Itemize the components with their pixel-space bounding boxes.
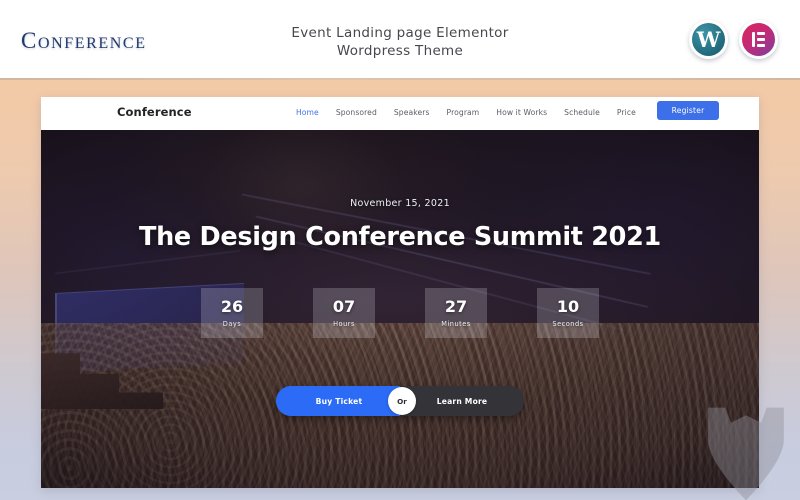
hero-section: November 15, 2021 The Design Conference … xyxy=(41,130,759,488)
site-menu: Home Sponsored Speakers Program How it W… xyxy=(296,108,636,117)
site-preview-card: Conference Home Sponsored Speakers Progr… xyxy=(41,97,759,488)
platform-badges: W xyxy=(689,20,778,59)
countdown-hours: 07 Hours xyxy=(313,288,375,338)
elementor-badge[interactable] xyxy=(739,20,778,59)
hero-title: The Design Conference Summit 2021 xyxy=(138,222,661,252)
countdown-days-value: 26 xyxy=(220,296,244,316)
countdown-hours-value: 07 xyxy=(332,296,356,316)
wordpress-icon: W xyxy=(692,23,725,56)
page-title-line2: Wordpress Theme xyxy=(336,43,464,59)
hero-date: November 15, 2021 xyxy=(350,198,450,209)
countdown-hours-label: Hours xyxy=(333,319,355,328)
page-header: Conference Event Landing page Elementor … xyxy=(0,0,800,79)
cta-or-divider: Or xyxy=(388,387,416,415)
countdown-days-label: Days xyxy=(222,319,242,328)
page-title-line1: Event Landing page Elementor xyxy=(291,25,509,41)
menu-item-sponsored[interactable]: Sponsored xyxy=(336,108,377,117)
site-brand[interactable]: Conference xyxy=(117,105,192,119)
cta-wrapper: Buy Ticket Or Learn More xyxy=(276,386,524,416)
site-navbar: Conference Home Sponsored Speakers Progr… xyxy=(41,97,759,130)
wordpress-glyph: W xyxy=(696,26,721,52)
menu-item-program[interactable]: Program xyxy=(447,108,480,117)
menu-item-speakers[interactable]: Speakers xyxy=(394,108,430,117)
elementor-glyph xyxy=(752,32,765,47)
menu-item-price[interactable]: Price xyxy=(617,108,636,117)
learn-more-button[interactable]: Learn More xyxy=(400,386,524,416)
countdown-minutes-value: 27 xyxy=(444,296,468,316)
elementor-icon xyxy=(742,23,775,56)
countdown-seconds-label: Seconds xyxy=(552,319,584,328)
hero-cta-group: Buy Ticket Or Learn More xyxy=(41,386,759,416)
page-title: Event Landing page Elementor Wordpress T… xyxy=(0,24,800,60)
menu-item-schedule[interactable]: Schedule xyxy=(564,108,600,117)
menu-item-how-it-works[interactable]: How it Works xyxy=(496,108,547,117)
menu-item-home[interactable]: Home xyxy=(296,108,319,117)
countdown-seconds: 10 Seconds xyxy=(537,288,599,338)
screenshot-root: Conference Event Landing page Elementor … xyxy=(0,0,800,500)
countdown-timer: 26 Days 07 Hours 27 Minutes 10 Seconds xyxy=(41,288,759,338)
countdown-minutes-label: Minutes xyxy=(441,319,471,328)
wordpress-badge[interactable]: W xyxy=(689,20,728,59)
countdown-seconds-value: 10 xyxy=(556,296,580,316)
register-button[interactable]: Register xyxy=(657,101,719,120)
countdown-minutes: 27 Minutes xyxy=(425,288,487,338)
countdown-days: 26 Days xyxy=(201,288,263,338)
buy-ticket-button[interactable]: Buy Ticket xyxy=(276,386,402,416)
